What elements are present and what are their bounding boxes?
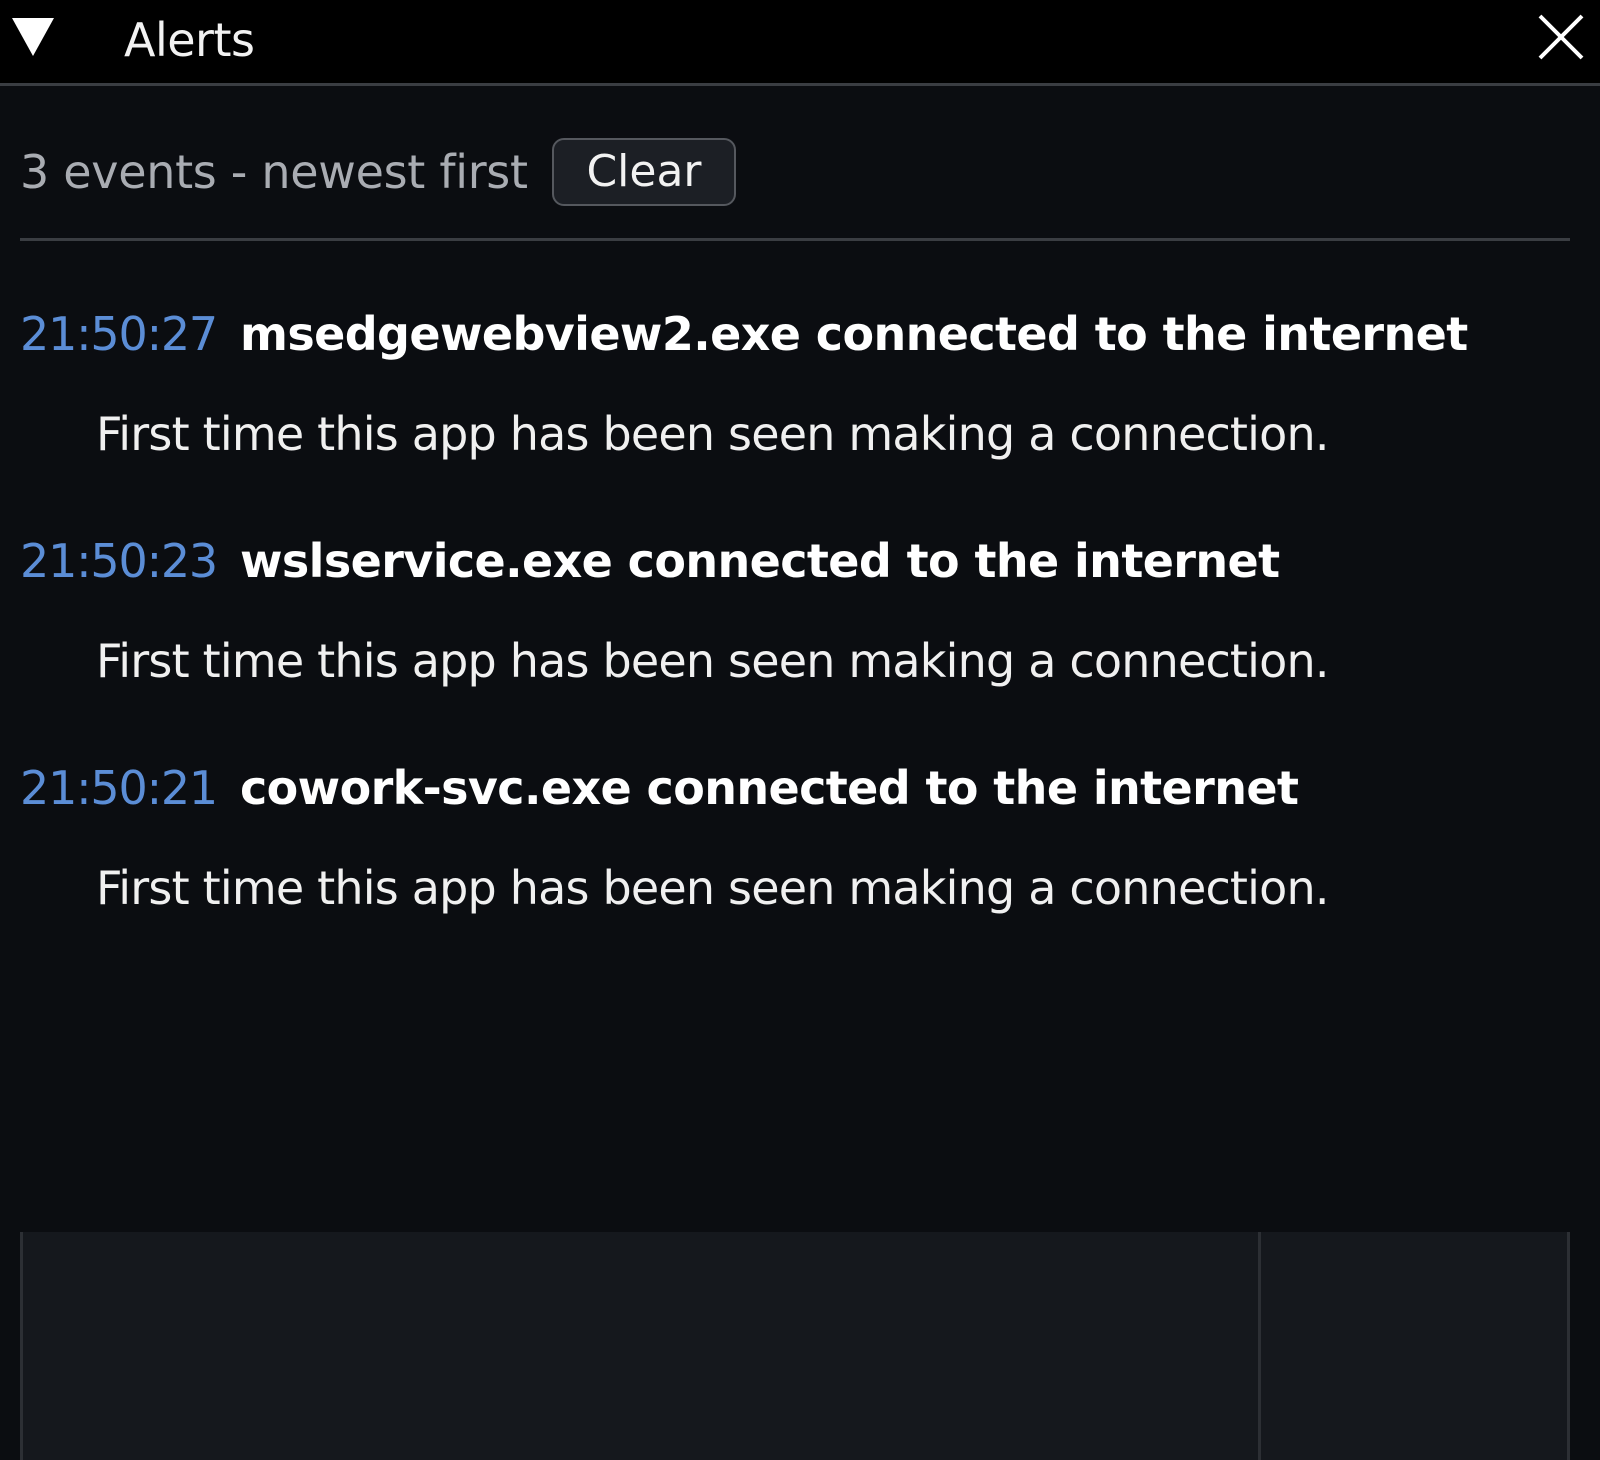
event-timestamp: 21:50:21 (20, 761, 218, 815)
event-title: cowork-svc.exe connected to the internet (240, 761, 1299, 815)
event-title: wslservice.exe connected to the internet (240, 534, 1280, 588)
event-title: msedgewebview2.exe connected to the inte… (240, 307, 1468, 361)
event-description: First time this app has been seen making… (96, 861, 1329, 915)
panel-divider (1258, 1232, 1261, 1460)
triangle-down-icon[interactable] (8, 14, 58, 62)
event-timestamp: 21:50:27 (20, 307, 218, 361)
event-timestamp: 21:50:23 (20, 534, 218, 588)
window-title: Alerts (124, 13, 255, 67)
event-item: 21:50:23 wslservice.exe connected to the… (0, 523, 1600, 750)
event-description: First time this app has been seen making… (96, 634, 1329, 688)
event-list: 21:50:27 msedgewebview2.exe connected to… (0, 296, 1600, 977)
clear-button[interactable]: Clear (552, 138, 736, 206)
close-icon[interactable] (1536, 12, 1586, 62)
alerts-toolbar: 3 events - newest first Clear (20, 138, 1570, 208)
event-count-label: 3 events - newest first (20, 145, 528, 199)
alerts-window: Alerts 3 events - newest first Clear 21:… (0, 0, 1600, 1460)
event-item: 21:50:27 msedgewebview2.exe connected to… (0, 296, 1600, 523)
bottom-panel (20, 1232, 1570, 1460)
title-bar: Alerts (0, 0, 1600, 86)
event-item: 21:50:21 cowork-svc.exe connected to the… (0, 750, 1600, 977)
toolbar-divider (20, 238, 1570, 241)
event-description: First time this app has been seen making… (96, 407, 1329, 461)
